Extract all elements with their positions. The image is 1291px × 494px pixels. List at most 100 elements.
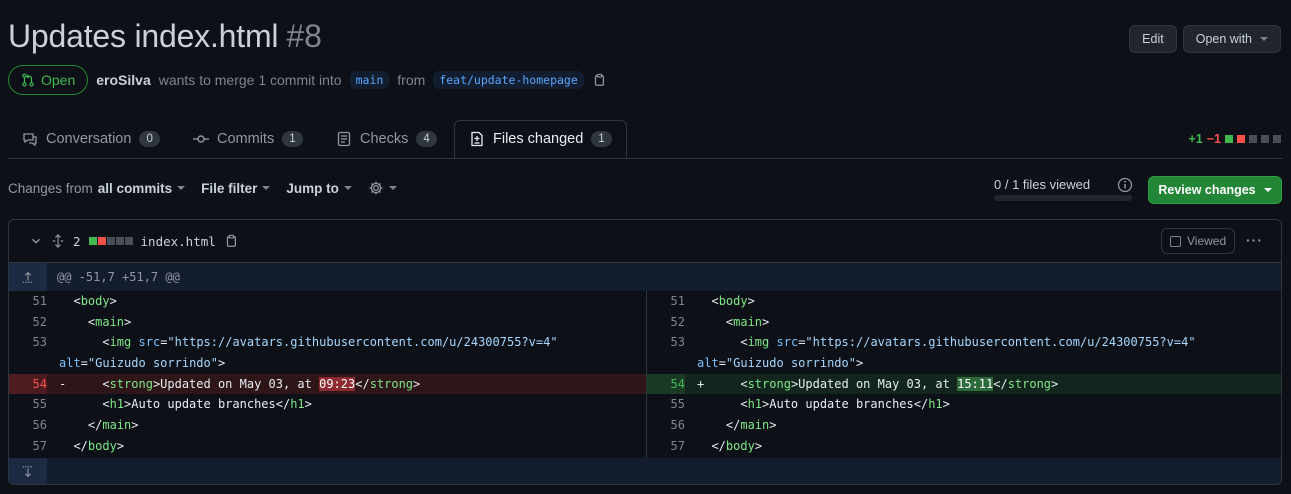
author-link[interactable]: eroSilva xyxy=(96,72,150,88)
jump-to-label: Jump to xyxy=(286,180,339,196)
split-diff: 51 <body> 52 <main> 53 <img src="https:/… xyxy=(9,291,1281,458)
diff-settings-dropdown[interactable] xyxy=(368,180,397,196)
changes-from-prefix: Changes from xyxy=(8,180,93,196)
tab-count: 0 xyxy=(139,131,160,147)
diffstat-block-neutral xyxy=(1249,135,1257,143)
unfold-icon[interactable] xyxy=(51,234,65,248)
diff-right: 51 <body> 52 <main> 53 <img src="https:/… xyxy=(646,291,1281,458)
files-viewed-progress xyxy=(994,195,1132,201)
diff-line[interactable]: 53 <img src="https://avatars.githubuserc… xyxy=(9,332,646,373)
header-actions: Edit Open with xyxy=(1129,25,1281,53)
diffstat: +1 −1 xyxy=(1188,132,1281,146)
hunk-range: @@ -51,7 +51,7 @@ xyxy=(57,270,180,284)
diff-line[interactable]: 56 </main> xyxy=(9,415,646,436)
diff-line[interactable]: 56 </main> xyxy=(647,415,1281,436)
chevron-down-icon xyxy=(1260,37,1268,41)
file-name[interactable]: index.html xyxy=(141,234,216,249)
diffstat-block-neutral xyxy=(106,237,115,245)
review-changes-button[interactable]: Review changes xyxy=(1148,176,1282,204)
copy-icon[interactable] xyxy=(224,234,238,248)
chevron-down-icon xyxy=(343,186,352,190)
file-filter-dropdown[interactable]: File filter xyxy=(201,180,271,196)
base-branch[interactable]: main xyxy=(349,71,390,89)
deleted-line[interactable]: 54- <strong>Updated on May 03, at 09:23<… xyxy=(9,373,646,395)
tab-label: Commits xyxy=(217,131,275,147)
pr-number: #8 xyxy=(286,18,322,54)
chevron-down-icon xyxy=(1263,188,1272,192)
review-changes-label: Review changes xyxy=(1158,183,1256,197)
diffstat-block-neutral xyxy=(1273,135,1281,143)
hunk-header: @@ -51,7 +51,7 @@ xyxy=(9,263,1281,291)
additions-count: +1 xyxy=(1188,132,1203,146)
open-with-label: Open with xyxy=(1195,32,1252,46)
diffstat-block-del xyxy=(97,237,106,245)
tab-label: Conversation xyxy=(46,131,132,147)
changes-from-dropdown[interactable]: Changes from all commits xyxy=(8,180,186,196)
tab-files-changed[interactable]: Files changed 1 xyxy=(454,120,627,158)
tab-count: 4 xyxy=(416,131,437,147)
diff-line[interactable]: 51 <body> xyxy=(9,291,646,312)
expand-down-icon[interactable] xyxy=(9,458,47,484)
diffstat-block-add xyxy=(1225,135,1233,143)
diff-line[interactable]: 53 <img src="https://avatars.githubuserc… xyxy=(647,332,1281,373)
diff-line[interactable]: 51 <body> xyxy=(647,291,1281,312)
diff-left: 51 <body> 52 <main> 53 <img src="https:/… xyxy=(9,291,646,458)
pr-meta: Open eroSilva wants to merge 1 commit in… xyxy=(8,65,606,95)
files-viewed-label: 0 / 1 files viewed xyxy=(994,177,1091,192)
tab-label: Checks xyxy=(360,131,409,147)
conversation-icon xyxy=(23,133,37,147)
jump-to-dropdown[interactable]: Jump to xyxy=(286,181,352,196)
file-diff-icon xyxy=(471,131,483,147)
tab-label: Files changed xyxy=(493,131,584,147)
open-with-button[interactable]: Open with xyxy=(1182,25,1281,53)
tab-checks[interactable]: Checks 4 xyxy=(336,120,437,158)
file-change-count: 2 xyxy=(73,233,81,249)
changes-from-value: all commits xyxy=(97,180,173,196)
state-badge: Open xyxy=(8,65,89,95)
file-diff: 2 index.html Viewed ··· @@ -51,7 +51,7 @… xyxy=(8,219,1282,485)
file-filter-label: File filter xyxy=(201,180,258,196)
chevron-down-icon xyxy=(388,186,397,190)
edit-button[interactable]: Edit xyxy=(1129,25,1177,53)
from-text: from xyxy=(397,72,426,88)
gear-icon xyxy=(369,181,383,195)
commit-icon xyxy=(193,135,209,143)
diffstat-block-neutral xyxy=(1261,135,1269,143)
kebab-menu-icon[interactable]: ··· xyxy=(1246,232,1263,248)
chevron-down-icon xyxy=(177,186,186,190)
diff-line[interactable]: 52 <main> xyxy=(647,312,1281,333)
copy-icon[interactable] xyxy=(592,73,606,87)
tab-count: 1 xyxy=(282,131,303,147)
deletions-count: −1 xyxy=(1206,132,1221,146)
diff-toolbar: Changes from all commits File filter Jum… xyxy=(8,180,397,196)
pull-request-icon xyxy=(22,73,34,87)
diff-line[interactable]: 57 </body> xyxy=(647,436,1281,457)
expand-up-icon[interactable] xyxy=(9,263,47,291)
info-icon[interactable] xyxy=(1117,177,1133,193)
chevron-down-icon[interactable] xyxy=(29,234,43,248)
file-header: 2 index.html Viewed ··· xyxy=(9,220,1281,263)
pr-title: Updates index.html xyxy=(8,18,279,54)
tab-count: 1 xyxy=(591,131,612,147)
pr-tabs: Conversation 0 Commits 1 Checks 4 Files … xyxy=(8,120,1283,159)
diffstat-block-neutral xyxy=(124,237,133,245)
diffstat-block-add xyxy=(88,237,97,245)
head-branch[interactable]: feat/update-homepage xyxy=(433,71,584,89)
tab-conversation[interactable]: Conversation 0 xyxy=(22,120,160,158)
viewed-checkbox-button[interactable]: Viewed xyxy=(1161,228,1236,254)
diff-line[interactable]: 52 <main> xyxy=(9,312,646,333)
merge-text: wants to merge 1 commit into xyxy=(158,72,342,88)
viewed-checkbox[interactable] xyxy=(1170,235,1181,247)
state-label: Open xyxy=(41,72,76,88)
tab-commits[interactable]: Commits 1 xyxy=(193,120,303,158)
diff-line[interactable]: 57 </body> xyxy=(9,436,646,457)
pr-title-row: Updates index.html #8 xyxy=(8,18,322,55)
chevron-down-icon xyxy=(262,186,271,190)
checklist-icon xyxy=(337,131,351,147)
diffstat-block-neutral xyxy=(115,237,124,245)
diff-line[interactable]: 55 <h1>Auto update branches</h1> xyxy=(9,394,646,415)
hunk-footer xyxy=(9,458,1281,484)
diff-line[interactable]: 55 <h1>Auto update branches</h1> xyxy=(647,394,1281,415)
file-diffstat xyxy=(88,237,133,245)
added-line[interactable]: 54 + <strong>Updated on May 03, at 15:11<… xyxy=(647,373,1281,395)
